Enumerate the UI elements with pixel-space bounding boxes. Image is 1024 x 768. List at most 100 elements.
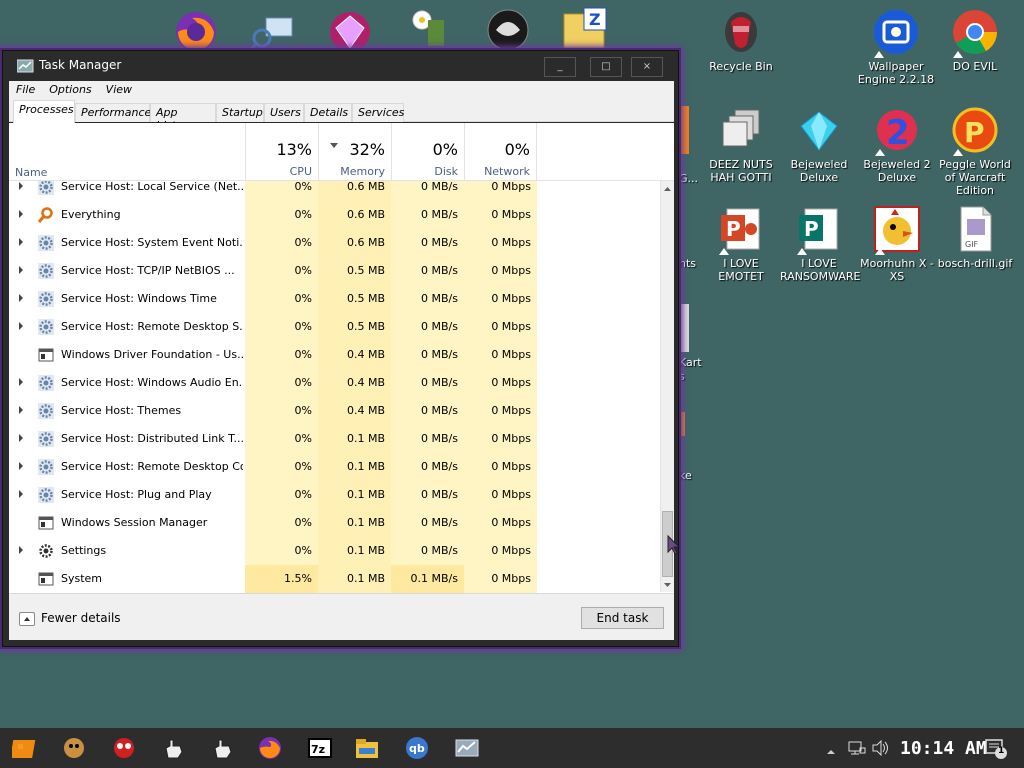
process-row[interactable]: Settings 0% 0.1 MB 0 MB/s 0 Mbps [9, 537, 659, 565]
mascot-icon[interactable] [62, 736, 86, 760]
expand-arrow-icon[interactable] [19, 434, 23, 442]
process-row[interactable]: Service Host: System Event Noti... 0% 0.6 … [9, 229, 659, 257]
hand-cursor-icon[interactable] [211, 736, 235, 760]
disk-total: 0% [432, 140, 458, 159]
column-network[interactable]: 0% Network [464, 123, 537, 181]
process-row[interactable]: Service Host: Windows Time 0% 0.5 MB 0 MB/s… [9, 285, 659, 313]
tray-chevron-icon[interactable] [826, 742, 836, 761]
fewer-details-button[interactable]: Fewer details [19, 611, 121, 626]
system-clock[interactable]: 10:14 AM [900, 738, 987, 759]
process-row[interactable]: Service Host: Plug and Play 0% 0.1 MB 0 MB/… [9, 481, 659, 509]
desktop-icon-lion[interactable] [484, 8, 532, 51]
tab-services[interactable]: Services [352, 103, 404, 122]
column-name[interactable]: Name [15, 166, 47, 179]
tab-users[interactable]: Users [264, 103, 304, 122]
desktop-icon-network-search[interactable] [248, 14, 296, 52]
column-cpu[interactable]: 13% CPU [245, 123, 318, 181]
maximize-button[interactable]: □ [590, 57, 622, 77]
desktop-icon-plants[interactable] [406, 6, 454, 50]
tab-performance[interactable]: Performance [75, 103, 151, 122]
hand-cursor-icon[interactable] [162, 736, 186, 760]
task-manager-icon[interactable] [455, 736, 479, 760]
desktop-icon-do-evil[interactable]: DO EVIL [936, 8, 1014, 73]
process-row[interactable]: Service Host: Local Service (Net... 0% 0.6… [9, 181, 659, 201]
process-row[interactable]: Service Host: Windows Audio En... 0% 0.4 M… [9, 369, 659, 397]
qbittorrent-icon[interactable]: qb [405, 736, 429, 760]
process-row[interactable]: Windows Session Manager 0% 0.1 MB 0 MB/s 0 M… [9, 509, 659, 537]
expand-arrow-icon[interactable] [19, 210, 23, 218]
gear-icon [38, 235, 54, 251]
desktop-icon-gem[interactable] [326, 8, 374, 52]
partial-desktop-label: G... [679, 172, 699, 185]
desktop-icon-firefox[interactable] [172, 6, 220, 52]
recycle-bin-icon [717, 8, 765, 56]
process-row[interactable]: Everything 0% 0.6 MB 0 MB/s 0 Mbps [9, 201, 659, 229]
disk-cell: 0 MB/s [421, 320, 458, 333]
process-name: Windows Driver Foundation - Us... [61, 348, 243, 361]
process-row[interactable]: System 1.5% 0.1 MB 0.1 MB/s 0 Mbps [9, 565, 659, 593]
file-explorer-icon[interactable] [355, 736, 379, 760]
cpu-cell: 0% [294, 264, 312, 277]
expand-arrow-icon[interactable] [19, 462, 23, 470]
tab-startup[interactable]: Startup [216, 103, 264, 122]
desktop-icon-wallpaper-engine[interactable]: Wallpaper Engine 2.2.18 [857, 8, 935, 86]
desktop-icon-moorhuhn[interactable]: Moorhuhn X - XS [858, 205, 936, 283]
process-row[interactable]: Windows Driver Foundation - Us... 0% 0.4 M… [9, 341, 659, 369]
column-disk[interactable]: 0% Disk [391, 123, 464, 181]
tab-app-history[interactable]: App history [150, 103, 216, 132]
vertical-scrollbar[interactable] [660, 181, 674, 592]
tab-details[interactable]: Details [304, 103, 352, 122]
column-memory[interactable]: 32% Memory [318, 123, 391, 181]
process-row[interactable]: Service Host: Distributed Link T... 0% 0.1… [9, 425, 659, 453]
gear-icon [38, 263, 54, 279]
title-bar[interactable]: Task Manager _ □ × [3, 51, 678, 81]
menu-view[interactable]: View [99, 81, 139, 96]
tab-processes[interactable]: Processes [13, 100, 75, 123]
process-row[interactable]: Service Host: TCP/IP NetBIOS ... 0% 0.5 MB… [9, 257, 659, 285]
i-love-ransomware-label: I LOVE RANSOMWARE [780, 257, 861, 283]
process-row[interactable]: Service Host: Remote Desktop S... 0% 0.5 M… [9, 313, 659, 341]
desktop-icon-bejeweled-deluxe[interactable]: Bejeweled Deluxe [780, 106, 858, 184]
start-icon[interactable] [10, 736, 36, 760]
scroll-up-icon[interactable] [661, 181, 674, 195]
menu-file[interactable]: File [9, 81, 42, 96]
expand-arrow-icon[interactable] [19, 406, 23, 414]
volume-icon[interactable] [872, 739, 890, 760]
expand-arrow-icon[interactable] [19, 546, 23, 554]
desktop-icon-deez-nuts[interactable]: DEEZ NUTS HAH GOTTI [702, 106, 780, 184]
process-row[interactable]: Service Host: Remote Desktop Co... 0% 0.1 … [9, 453, 659, 481]
expand-arrow-icon[interactable] [19, 294, 23, 302]
menu-options[interactable]: Options [42, 81, 98, 96]
desktop-icon-recycle-bin[interactable]: Recycle Bin [702, 8, 780, 73]
desktop-icon-i-love-emotet[interactable]: P I LOVE EMOTET [702, 205, 780, 283]
desktop-icon-zip-folder[interactable]: Z [562, 6, 610, 50]
7zip-icon[interactable]: 7z [308, 736, 332, 760]
plant-icon [412, 10, 444, 46]
desktop-icon-i-love-ransomware[interactable]: P I LOVE RANSOMWARE [780, 205, 861, 283]
expand-arrow-icon[interactable] [19, 490, 23, 498]
desktop-icon-bejeweled-2[interactable]: 2 Bejeweled 2 Deluxe [858, 106, 936, 184]
scroll-down-icon[interactable] [661, 577, 674, 591]
memory-cell: 0.1 MB [346, 460, 385, 473]
notification-icon[interactable]: 1 [984, 738, 1008, 760]
close-button[interactable]: × [631, 57, 663, 77]
process-row[interactable]: Service Host: Themes 0% 0.4 MB 0 MB/s 0 Mbps [9, 397, 659, 425]
desktop-icon-bosch-drill[interactable]: GIF bosch-drill.gif [936, 205, 1014, 270]
network-icon[interactable] [848, 740, 866, 760]
red-face-icon[interactable] [112, 736, 136, 760]
expand-arrow-icon[interactable] [19, 238, 23, 246]
expand-arrow-icon[interactable] [19, 322, 23, 330]
process-name: Service Host: Local Service (Net... [61, 181, 243, 193]
end-task-button[interactable]: End task [581, 607, 664, 629]
expand-arrow-icon[interactable] [19, 378, 23, 386]
process-name: Windows Session Manager [61, 516, 208, 529]
minimize-button[interactable]: _ [544, 57, 576, 77]
cpu-cell: 0% [294, 376, 312, 389]
chrome-icon [951, 8, 999, 58]
expand-arrow-icon[interactable] [19, 266, 23, 274]
firefox-icon[interactable] [258, 736, 282, 760]
expand-arrow-icon[interactable] [19, 182, 23, 190]
zipped-folder-icon: Z [563, 7, 607, 49]
disk-label: Disk [434, 165, 458, 178]
desktop-icon-peggle[interactable]: P Peggle World of Warcraft Edition [936, 106, 1014, 197]
